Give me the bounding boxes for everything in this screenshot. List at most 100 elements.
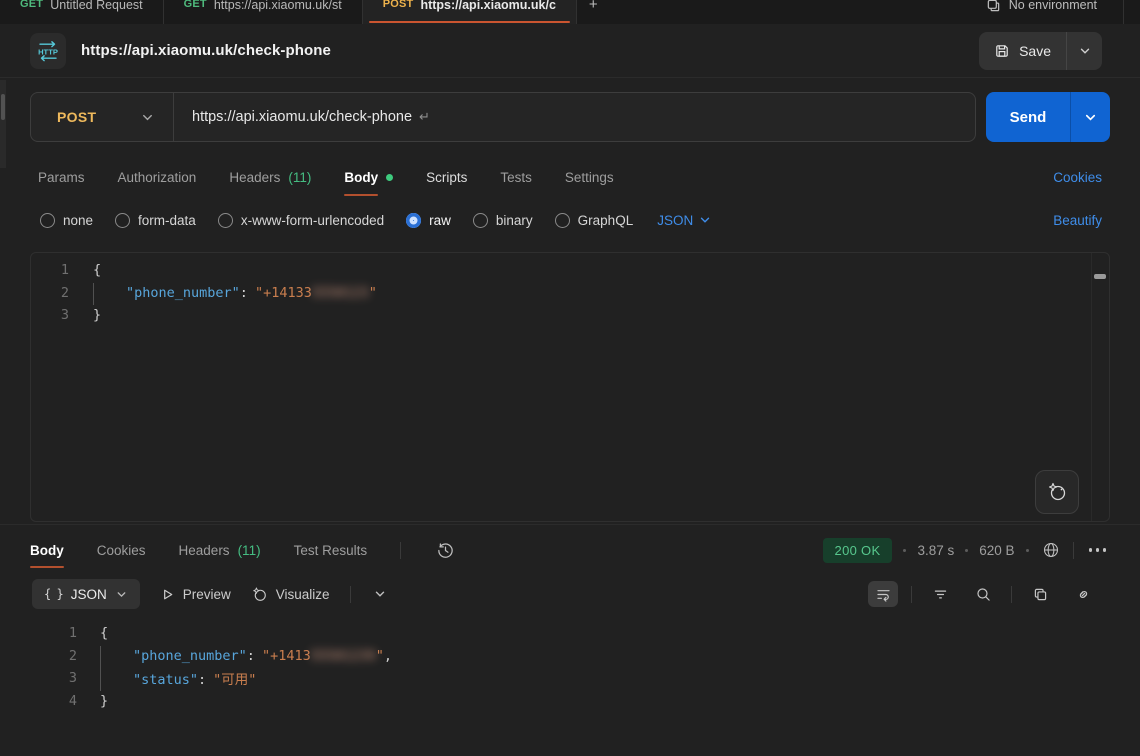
divider bbox=[400, 542, 401, 559]
preview-button[interactable]: Preview bbox=[160, 587, 231, 602]
play-icon bbox=[160, 587, 175, 602]
chevron-down-icon bbox=[698, 213, 712, 227]
response-options-button[interactable] bbox=[1085, 548, 1111, 552]
scrollbar-thumb[interactable] bbox=[1094, 274, 1106, 279]
body-type-raw[interactable]: raw bbox=[406, 213, 451, 228]
environment-selector[interactable]: No environment bbox=[986, 0, 1140, 24]
status-badge[interactable]: 200 OK bbox=[823, 538, 893, 563]
collapsed-sidebar-edge[interactable] bbox=[0, 80, 6, 168]
url-input[interactable]: https://api.xiaomu.uk/check-phone ↵ bbox=[174, 93, 430, 141]
request-tab-active[interactable]: POST https://api.xiaomu.uk/c bbox=[363, 0, 576, 24]
new-tab-button[interactable]: + bbox=[577, 0, 610, 24]
share-link-button[interactable] bbox=[1068, 581, 1098, 607]
method-badge: POST bbox=[383, 0, 414, 12]
braces-icon: { } bbox=[44, 587, 63, 601]
copy-icon bbox=[1032, 586, 1049, 603]
code-line: 2 "phone_number":"+141335550123" bbox=[31, 282, 1109, 305]
visualize-button[interactable]: Visualize bbox=[251, 586, 330, 603]
send-button[interactable]: Send bbox=[986, 92, 1070, 142]
response-tab-body[interactable]: Body bbox=[30, 532, 64, 568]
redacted-phone-number: 5550123 bbox=[312, 285, 369, 301]
sidebar-handle[interactable] bbox=[1, 94, 5, 120]
response-size[interactable]: 620 B bbox=[979, 543, 1014, 558]
line-number: 2 bbox=[30, 648, 77, 664]
save-button[interactable]: Save bbox=[979, 32, 1066, 70]
code-line: 2 "phone_number":"+141355501239", bbox=[30, 645, 1110, 668]
beautify-link[interactable]: Beautify bbox=[1053, 213, 1102, 228]
tab-authorization[interactable]: Authorization bbox=[118, 158, 197, 196]
dot-separator bbox=[1026, 549, 1029, 552]
panel-divider[interactable] bbox=[0, 524, 1140, 525]
tab-title: https://api.xiaomu.uk/st bbox=[214, 0, 342, 12]
line-number: 3 bbox=[31, 307, 69, 323]
save-options-button[interactable] bbox=[1067, 32, 1102, 70]
indent-guide bbox=[93, 283, 94, 305]
response-tab-headers[interactable]: Headers(11) bbox=[179, 532, 261, 568]
raw-format-selector[interactable]: JSON bbox=[657, 213, 712, 228]
radio-icon bbox=[115, 213, 130, 228]
body-type-graphql[interactable]: GraphQL bbox=[555, 213, 634, 228]
tab-settings[interactable]: Settings bbox=[565, 158, 614, 196]
body-type-none[interactable]: none bbox=[40, 213, 93, 228]
line-number: 3 bbox=[30, 670, 77, 686]
request-header: HTTP https://api.xiaomu.uk/check-phone S… bbox=[0, 24, 1140, 78]
sparkle-wand-icon bbox=[251, 586, 268, 603]
save-button-group: Save bbox=[979, 32, 1102, 70]
filter-button[interactable] bbox=[925, 581, 955, 607]
more-views-button[interactable] bbox=[371, 585, 389, 603]
sparkle-wand-icon bbox=[1046, 481, 1068, 503]
dot-separator bbox=[903, 549, 906, 552]
radio-selected-icon bbox=[406, 213, 421, 228]
clock-history-icon bbox=[436, 541, 455, 560]
wrap-text-button[interactable] bbox=[868, 581, 898, 607]
tab-tests[interactable]: Tests bbox=[500, 158, 532, 196]
body-type-urlencoded[interactable]: x-www-form-urlencoded bbox=[218, 213, 384, 228]
response-history-button[interactable] bbox=[434, 539, 457, 562]
api-client-window: GET Untitled Request GET https://api.xia… bbox=[0, 0, 1140, 756]
response-toolbar: { } JSON Preview Visualize bbox=[32, 578, 1098, 610]
radio-icon bbox=[555, 213, 570, 228]
code-line: 1 { bbox=[30, 622, 1110, 645]
tab-headers[interactable]: Headers(11) bbox=[229, 158, 311, 196]
redacted-phone-number: 55501239 bbox=[311, 648, 376, 664]
body-type-binary[interactable]: binary bbox=[473, 213, 533, 228]
cookies-link[interactable]: Cookies bbox=[1053, 158, 1102, 196]
chevron-down-icon bbox=[373, 587, 387, 601]
request-tab-2[interactable]: GET https://api.xiaomu.uk/st bbox=[164, 0, 362, 24]
code-line: 1 { bbox=[31, 259, 1109, 282]
radio-icon bbox=[218, 213, 233, 228]
response-body-viewer[interactable]: 1 { 2 "phone_number":"+141355501239", 3 … bbox=[30, 618, 1110, 756]
chevron-down-icon bbox=[1083, 110, 1098, 125]
tab-params[interactable]: Params bbox=[38, 158, 85, 196]
response-tab-test-results[interactable]: Test Results bbox=[294, 532, 368, 568]
dot-separator bbox=[965, 549, 968, 552]
code-line: 4 } bbox=[30, 690, 1110, 713]
copy-response-button[interactable] bbox=[1025, 581, 1055, 607]
response-format-selector[interactable]: { } JSON bbox=[32, 579, 140, 609]
code-line: 3 "status":"可用" bbox=[30, 667, 1110, 690]
postbot-button[interactable] bbox=[1035, 470, 1079, 514]
http-request-icon: HTTP bbox=[30, 33, 66, 69]
network-info-button[interactable] bbox=[1040, 539, 1062, 561]
status-value: "可用" bbox=[213, 672, 256, 688]
request-tab-untitled[interactable]: GET Untitled Request bbox=[0, 0, 163, 24]
url-row: POST https://api.xiaomu.uk/check-phone ↵… bbox=[30, 92, 1110, 142]
request-url-bar: POST https://api.xiaomu.uk/check-phone ↵ bbox=[30, 92, 976, 142]
method-badge: GET bbox=[184, 0, 207, 12]
globe-icon bbox=[1042, 541, 1060, 559]
response-tab-cookies[interactable]: Cookies bbox=[97, 532, 146, 568]
search-response-button[interactable] bbox=[968, 581, 998, 607]
response-time[interactable]: 3.87 s bbox=[917, 543, 954, 558]
body-type-form-data[interactable]: form-data bbox=[115, 213, 196, 228]
tab-scripts[interactable]: Scripts bbox=[426, 158, 467, 196]
request-body-editor[interactable]: 1 { 2 "phone_number":"+141335550123" 3 } bbox=[30, 252, 1110, 522]
filter-lines-icon bbox=[932, 586, 949, 603]
divider bbox=[350, 586, 351, 603]
line-number: 4 bbox=[30, 693, 77, 709]
environment-label: No environment bbox=[1009, 0, 1097, 12]
send-button-group: Send bbox=[986, 92, 1110, 142]
divider bbox=[1011, 586, 1012, 603]
send-options-button[interactable] bbox=[1071, 92, 1110, 142]
method-selector[interactable]: POST bbox=[31, 93, 173, 141]
tab-body[interactable]: Body bbox=[344, 158, 393, 196]
